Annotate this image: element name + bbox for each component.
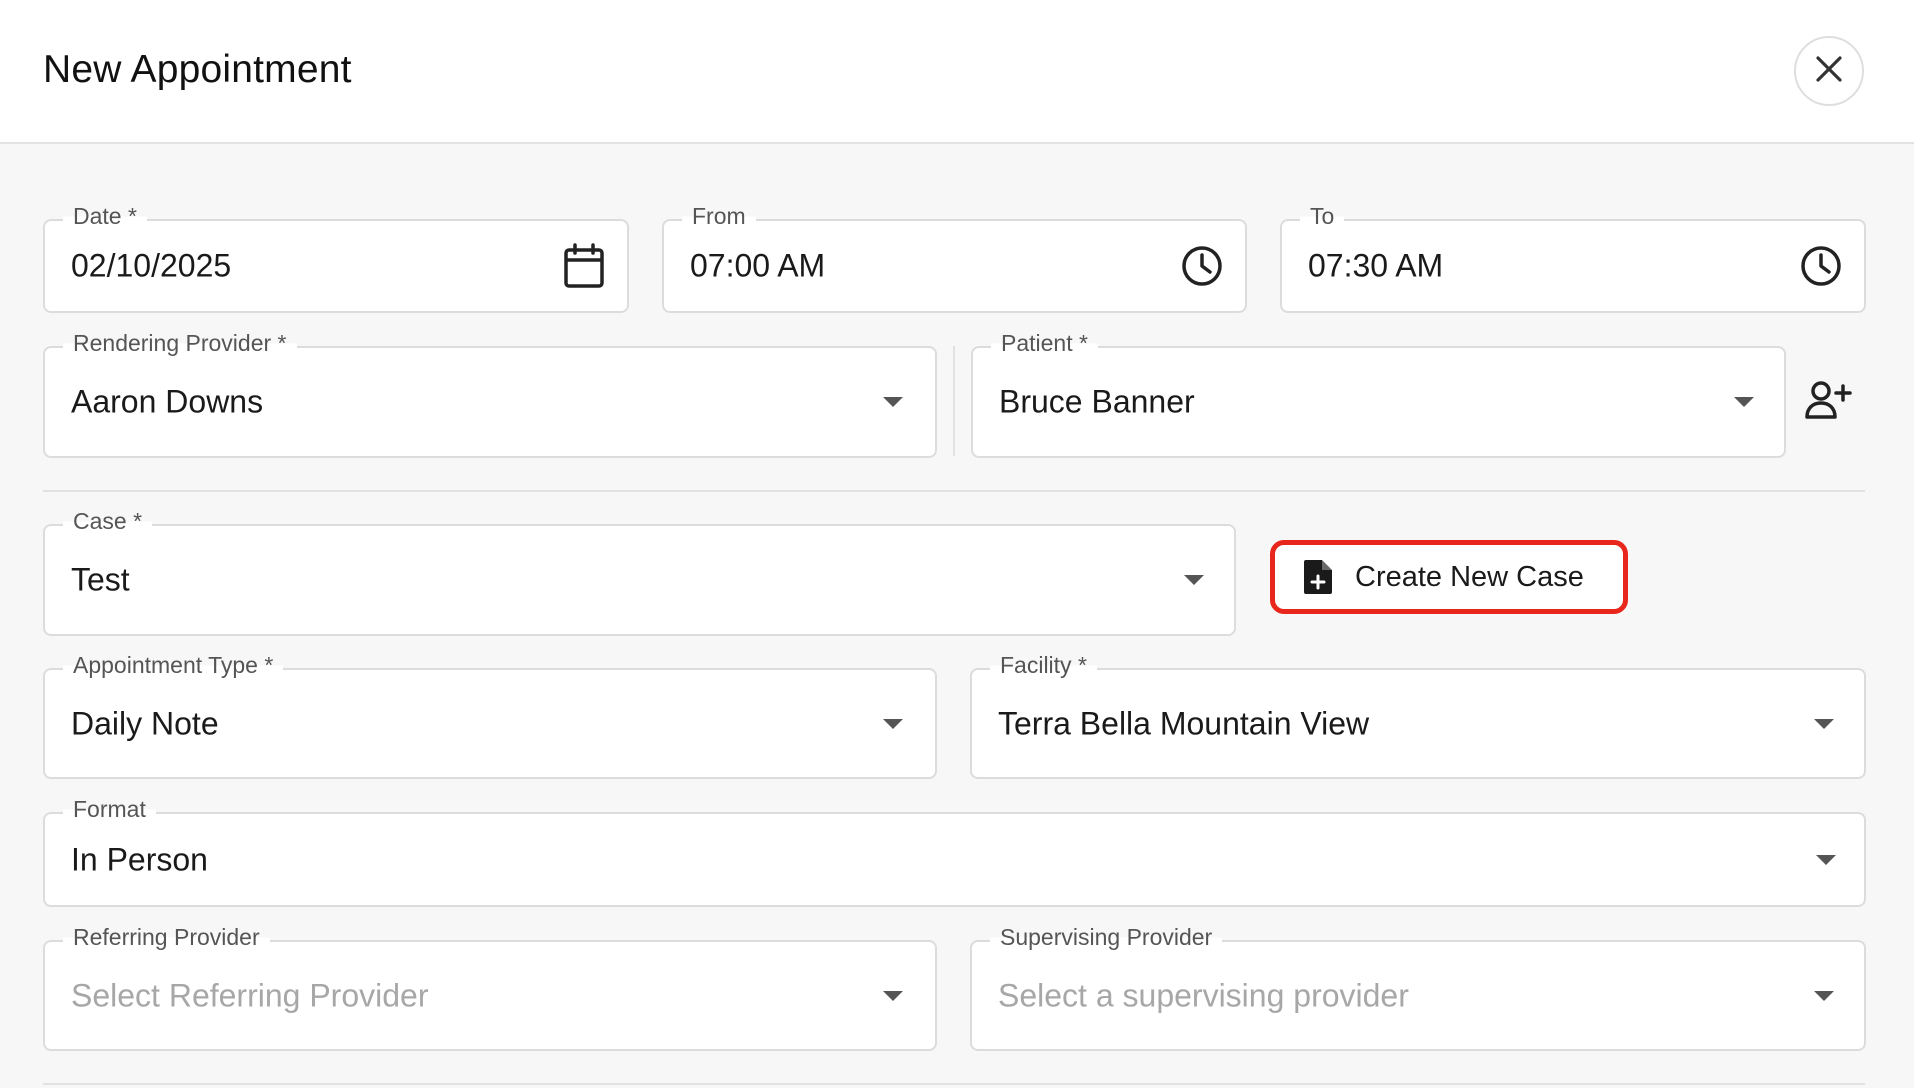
supervising-provider-placeholder: Select a supervising provider	[998, 977, 1409, 1013]
chevron-down-icon[interactable]	[1184, 575, 1204, 585]
format-select[interactable]: Format In Person	[43, 796, 1866, 907]
clock-icon[interactable]	[1181, 245, 1223, 287]
close-button[interactable]	[1794, 36, 1864, 106]
to-label: To	[1300, 203, 1345, 230]
rendering-provider-select[interactable]: Rendering Provider * Aaron Downs	[43, 330, 937, 458]
facility-select[interactable]: Facility * Terra Bella Mountain View	[970, 652, 1866, 779]
referring-provider-label: Referring Provider	[63, 924, 270, 951]
create-new-case-button[interactable]: Create New Case	[1270, 540, 1628, 614]
case-select[interactable]: Case * Test	[43, 508, 1236, 636]
vertical-divider	[953, 346, 955, 456]
chevron-down-icon[interactable]	[883, 718, 903, 729]
chevron-down-icon[interactable]	[1816, 854, 1836, 865]
patient-value: Bruce Banner	[999, 383, 1195, 420]
add-user-icon	[1804, 380, 1852, 425]
appointment-type-label: Appointment Type *	[63, 652, 284, 679]
dialog-title: New Appointment	[43, 48, 352, 91]
add-patient-button[interactable]	[1802, 380, 1854, 424]
date-label: Date *	[63, 203, 147, 230]
rendering-provider-label: Rendering Provider *	[63, 330, 297, 357]
chevron-down-icon[interactable]	[1814, 990, 1834, 1001]
chevron-down-icon[interactable]	[883, 397, 903, 407]
supervising-provider-label: Supervising Provider	[990, 924, 1223, 951]
chevron-down-icon[interactable]	[1814, 718, 1834, 729]
supervising-provider-select[interactable]: Supervising Provider Select a supervisin…	[970, 924, 1866, 1051]
to-value: 07:30 AM	[1308, 247, 1444, 284]
to-time-field[interactable]: To 07:30 AM	[1280, 203, 1866, 313]
from-label: From	[682, 203, 756, 230]
from-value: 07:00 AM	[690, 247, 826, 284]
patient-label: Patient *	[991, 330, 1098, 357]
file-add-icon	[1303, 559, 1333, 595]
facility-label: Facility *	[990, 652, 1097, 679]
from-time-field[interactable]: From 07:00 AM	[662, 203, 1247, 313]
facility-value: Terra Bella Mountain View	[998, 705, 1370, 741]
appointment-type-value: Daily Note	[71, 705, 219, 741]
section-divider	[43, 490, 1865, 492]
case-value: Test	[71, 561, 130, 598]
appointment-type-select[interactable]: Appointment Type * Daily Note	[43, 652, 937, 779]
close-icon	[1815, 55, 1843, 88]
format-value: In Person	[71, 841, 208, 877]
format-label: Format	[63, 796, 156, 823]
referring-provider-placeholder: Select Referring Provider	[71, 977, 429, 1013]
rendering-provider-value: Aaron Downs	[71, 383, 264, 420]
bottom-divider	[43, 1083, 1865, 1085]
create-new-case-label: Create New Case	[1355, 560, 1584, 593]
clock-icon[interactable]	[1800, 245, 1842, 287]
patient-select[interactable]: Patient * Bruce Banner	[971, 330, 1786, 458]
dialog-header: New Appointment	[0, 0, 1914, 144]
chevron-down-icon[interactable]	[1734, 397, 1754, 407]
case-label: Case *	[63, 508, 153, 535]
calendar-icon[interactable]	[563, 243, 605, 289]
date-value: 02/10/2025	[71, 247, 232, 284]
referring-provider-select[interactable]: Referring Provider Select Referring Prov…	[43, 924, 937, 1051]
chevron-down-icon[interactable]	[883, 990, 903, 1001]
date-field[interactable]: Date * 02/10/2025	[43, 203, 629, 313]
